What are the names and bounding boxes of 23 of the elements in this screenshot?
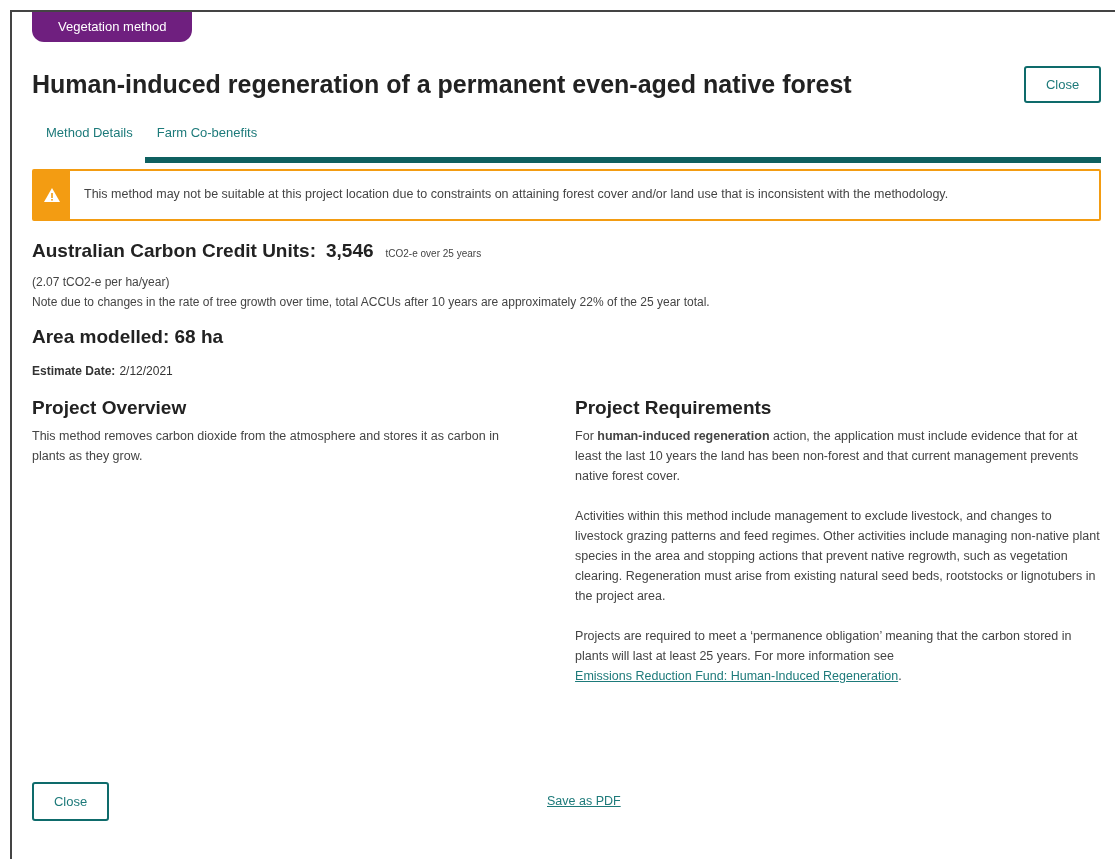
save-pdf-link[interactable]: Save as PDF	[547, 792, 621, 811]
requirements-paragraph: Activities within this method include management to exclude livestock, and changes to livestock grazing patterns and feed regimes. Other activities include managing non-native plant species in the area and stopping actions that prevent native regrowth, such as vegetation clearing. Regeneration must arise from existing natural seed beds, rootstocks or lignotubers in the project area.	[575, 508, 1101, 605]
section-heading: Project Overview	[32, 395, 188, 420]
requirements-paragraph: Projects are required to meet a ‘permanence obligation’ meaning that the carbon stored in plants will last at least 25 years. For more information see Emissions Reduction Fund: Human-Induced Regeneration.	[575, 628, 1073, 685]
dialog-title: Human-induced regeneration of a permanent even-aged native forest	[32, 68, 852, 100]
tab[interactable]: Method Details	[34, 115, 145, 163]
overview-text: This method removes carbon dioxide from the atmosphere and stores it as carbon in plants as they grow.	[32, 428, 500, 465]
estimate-label: Estimate Date:	[32, 362, 116, 380]
accu-label: Australian Carbon Credit Units:	[32, 238, 316, 263]
tab[interactable]: Farm Co-benefits	[144, 115, 1101, 163]
requirements-paragraph: For human-induced regeneration action, the application must include evidence that for at least the last 10 years the land has been non-forest and that current management prevents native forest cover.	[575, 428, 1080, 485]
close-button[interactable]: Close	[32, 782, 109, 821]
close-button[interactable]: Close	[1024, 65, 1101, 103]
accu-unit: tCO2-e over 25 years	[385, 246, 482, 261]
accu-value: 3,546	[326, 238, 374, 263]
accu-rate: (2.07 tCO2-e per ha/year)	[32, 274, 171, 291]
warning-icon	[43, 186, 61, 203]
method-badge: Vegetation method	[32, 12, 193, 42]
warning-text: This method may not be suitable at this project location due to constraints on attaining forest cover and/or land use that is inconsistent with the methodology.	[83, 186, 949, 204]
accu-note: Note due to changes in the rate of tree growth over time, total ACCUs after 10 years are approximately 22% of the 25 year total.	[32, 294, 711, 311]
section-heading: Project Requirements	[575, 395, 773, 420]
area-heading: Area modelled: 68 ha	[32, 325, 225, 349]
estimate-date: 2/12/2021	[119, 362, 173, 380]
